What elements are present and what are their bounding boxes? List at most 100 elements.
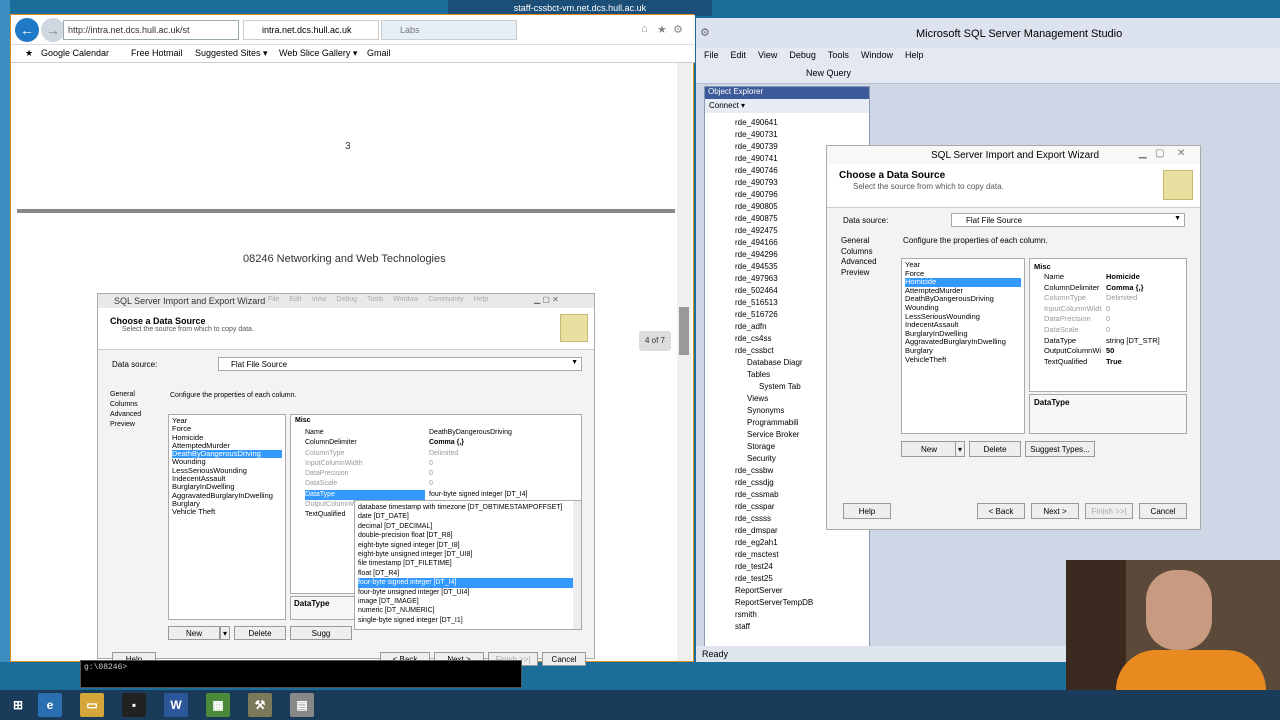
wiz2-back-button[interactable]: < Back [977, 503, 1025, 519]
tree-item[interactable]: rde_490641 [735, 117, 865, 129]
dropdown-option-selected[interactable]: four-byte signed integer [DT_I4] [358, 578, 578, 588]
tree-item[interactable]: rde_490731 [735, 129, 865, 141]
menu-help[interactable]: Help [905, 50, 924, 60]
star-icon[interactable]: ★ [657, 23, 667, 36]
tab-labs[interactable]: Labs [381, 20, 517, 40]
ie-toolbar: ← → http://intra.net.dcs.hull.ac.uk/st i… [11, 15, 695, 45]
tree-item[interactable]: rde_eg2ah1 [735, 537, 865, 549]
wiz2-help-button[interactable]: Help [843, 503, 891, 519]
datatype-dropdown[interactable]: database timestamp with timezone [DT_DBT… [354, 500, 582, 630]
favorites-star-icon[interactable]: ★ [25, 48, 33, 59]
menu-tools[interactable]: Tools [828, 50, 849, 60]
wiz2-data-source-select[interactable]: Flat File Source ▼ [951, 213, 1185, 227]
wiz1-nav-preview[interactable]: Preview [110, 420, 160, 430]
tree-item[interactable]: rde_test25 [735, 573, 865, 585]
dropdown-option[interactable]: image [DT_IMAGE] [358, 597, 578, 606]
list-item[interactable]: VehicleTheft [905, 355, 1021, 365]
wiz1-header: Choose a Data Source Select the source f… [98, 308, 594, 350]
wiz2-column-list[interactable]: Year Force Homicide AttemptedMurder Deat… [901, 258, 1025, 434]
home-icon[interactable]: ⌂ [641, 23, 648, 35]
notepad-icon[interactable]: ▤ [290, 693, 314, 717]
wiz1-nav-general[interactable]: General [110, 390, 160, 400]
dropdown-option[interactable]: database timestamp with timezone [DT_DBT… [358, 503, 578, 512]
tree-item[interactable]: rde_msctest [735, 549, 865, 561]
prop-value[interactable]: four-byte signed integer [DT_I4] [429, 490, 579, 500]
wiz1-new-split-icon[interactable]: ▾ [220, 626, 230, 640]
wiz1-new-button[interactable]: New [168, 626, 220, 640]
fav-gmail[interactable]: Gmail [367, 48, 391, 58]
wiz1-suggest-button[interactable]: Sugg [290, 626, 352, 640]
wiz2-nav-preview[interactable]: Preview [841, 268, 891, 279]
wiz2-next-button[interactable]: Next > [1031, 503, 1079, 519]
wiz2-new-split-icon[interactable]: ▾ [955, 441, 965, 457]
explorer-folder-icon[interactable]: ▭ [80, 693, 104, 717]
tab-intra[interactable]: intra.net.dcs.hull.ac.uk [243, 20, 379, 40]
wiz1-nav-advanced[interactable]: Advanced [110, 410, 160, 420]
dropdown-option[interactable]: float [DT_R4] [358, 569, 578, 578]
tree-item[interactable]: staff [735, 621, 865, 633]
chart-app-icon[interactable]: ▦ [206, 693, 230, 717]
dropdown-option[interactable]: four-byte unsigned integer [DT_UI4] [358, 588, 578, 597]
tree-item[interactable]: ReportServer [735, 585, 865, 597]
back-arrow-icon[interactable]: ← [15, 18, 39, 42]
new-query-button[interactable]: New Query [806, 68, 851, 78]
forward-arrow-icon[interactable]: → [41, 18, 65, 42]
connect-button[interactable]: Connect ▾ [709, 101, 745, 110]
menu-view[interactable]: View [758, 50, 777, 60]
wiz2-nav-columns[interactable]: Columns [841, 247, 891, 258]
dropdown-option[interactable]: double-precision float [DT_R8] [358, 531, 578, 540]
wiz2-property-grid[interactable]: Misc Name ColumnDelimiter ColumnType Inp… [1029, 258, 1187, 392]
dropdown-option[interactable]: single-byte signed integer [DT_I1] [358, 616, 578, 625]
prop-name: ColumnDelimiter [1044, 282, 1100, 292]
tree-item[interactable]: ReportServerTempDB [735, 597, 865, 609]
ssms-menu-items: File Edit View Debug Tools Window Help [704, 50, 923, 60]
wiz2-cancel-button[interactable]: Cancel [1139, 503, 1187, 519]
tree-item[interactable]: rde_test24 [735, 561, 865, 573]
fav-web-slice[interactable]: Web Slice Gallery ▾ [279, 48, 357, 59]
prop-value: Delimited [1106, 293, 1138, 303]
ssms-taskbar-icon[interactable]: ⚒ [248, 693, 272, 717]
list-item[interactable]: Vehicle Theft [172, 507, 282, 516]
fav-google-calendar[interactable]: Google Calendar [41, 48, 109, 58]
dropdown-scrollbar[interactable] [573, 501, 581, 629]
wiz2-delete-button[interactable]: Delete [969, 441, 1021, 457]
menu-debug[interactable]: Debug [789, 50, 816, 60]
fav-suggested-sites[interactable]: Suggested Sites ▾ [195, 48, 268, 59]
prop-value[interactable]: 50 [1106, 346, 1186, 357]
wiz2-finish-button[interactable]: Finish >>| [1085, 503, 1133, 519]
fav-hotmail[interactable]: Free Hotmail [131, 48, 183, 58]
cmd-taskbar-icon[interactable]: ▪ [122, 693, 146, 717]
dropdown-option[interactable]: file timestamp [DT_FILETIME] [358, 559, 578, 568]
wiz1-data-source-select[interactable]: Flat File Source ▼ [218, 357, 582, 371]
dropdown-option[interactable]: eight-byte unsigned integer [DT_UI8] [358, 550, 578, 559]
menu-file[interactable]: File [704, 50, 719, 60]
wiz2-minimize-icon[interactable]: ▁ [1139, 148, 1147, 159]
ie-taskbar-icon[interactable]: e [38, 693, 62, 717]
wiz2-nav-advanced[interactable]: Advanced [841, 257, 891, 268]
dropdown-option[interactable]: numeric [DT_NUMERIC] [358, 606, 578, 615]
word-icon[interactable]: W [164, 693, 188, 717]
dropdown-option[interactable]: decimal [DT_DECIMAL] [358, 522, 578, 531]
dropdown-option[interactable]: date [DT_DATE] [358, 512, 578, 521]
wiz1-column-list[interactable]: Year Force Homicide AttemptedMurder Deat… [168, 414, 286, 620]
gear-icon[interactable]: ⚙ [673, 23, 683, 36]
wiz2-nav-general[interactable]: General [841, 236, 891, 247]
cmd-window[interactable]: g:\08246> [80, 660, 522, 688]
scrollbar-thumb[interactable] [679, 307, 689, 355]
menu-edit[interactable]: Edit [731, 50, 747, 60]
tree-item[interactable]: rsmith [735, 609, 865, 621]
wiz1-delete-button[interactable]: Delete [234, 626, 286, 640]
wiz1-nav-columns[interactable]: Columns [110, 400, 160, 410]
menu-window[interactable]: Window [861, 50, 893, 60]
wiz2-close-icon[interactable]: ✕ [1177, 148, 1185, 159]
address-bar[interactable]: http://intra.net.dcs.hull.ac.uk/st [63, 20, 239, 40]
wiz1-cancel-button[interactable]: Cancel [542, 652, 586, 666]
wiz2-suggest-types-button[interactable]: Suggest Types... [1025, 441, 1095, 457]
start-windows-icon[interactable]: ⊞ [6, 693, 30, 717]
wiz2-new-button[interactable]: New [901, 441, 957, 457]
prop-value[interactable]: True [1106, 357, 1186, 368]
prop-value[interactable]: string [DT_STR] [1106, 336, 1186, 347]
ie-scrollbar[interactable] [677, 63, 691, 661]
dropdown-option[interactable]: eight-byte signed integer [DT_I8] [358, 541, 578, 550]
wiz2-maximize-icon[interactable]: ▢ [1155, 148, 1164, 159]
